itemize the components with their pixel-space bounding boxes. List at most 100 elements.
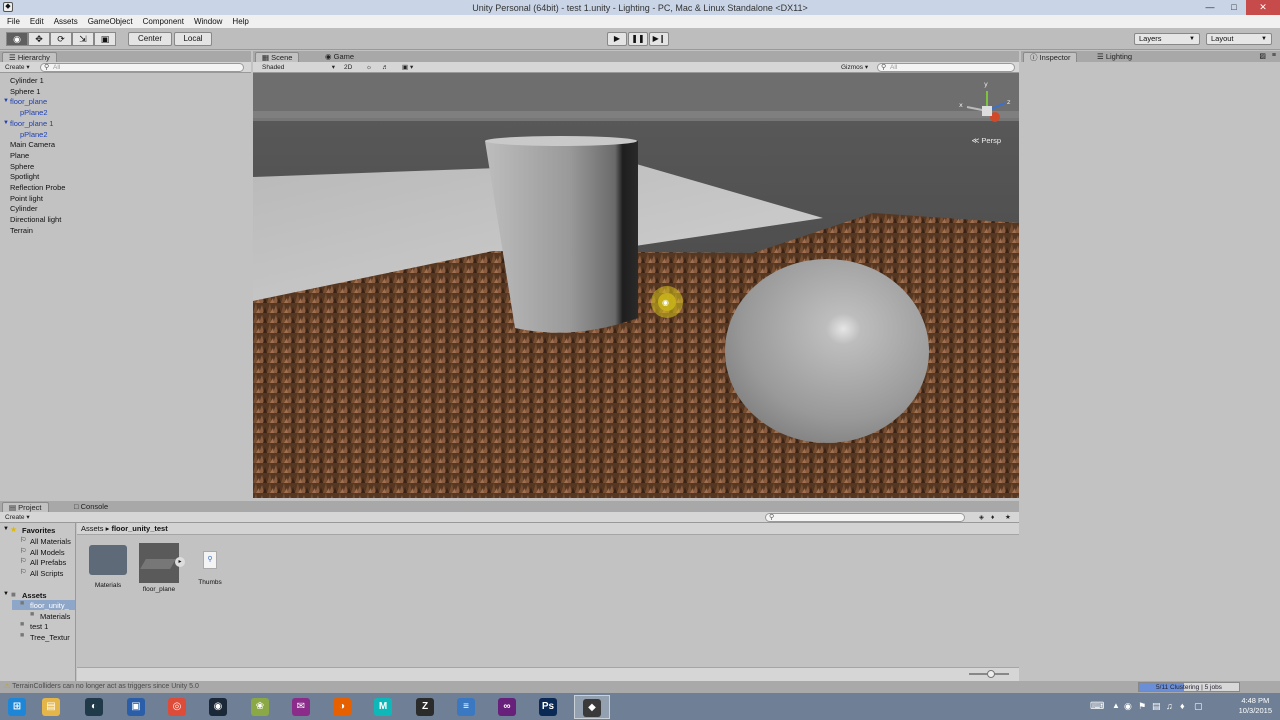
hierarchy-item[interactable]: Cylinder 1	[10, 76, 44, 85]
taskbar-app-zbrush[interactable]: Z	[408, 695, 444, 719]
menu-file[interactable]: File	[2, 17, 25, 26]
hierarchy-item[interactable]: pPlane2	[20, 130, 48, 139]
move-tool-icon[interactable]: ✥	[28, 32, 50, 46]
taskbar-app-daz[interactable]: ◐	[77, 695, 113, 719]
rect-tool-icon[interactable]: ▣	[94, 32, 116, 46]
unity-app-icon[interactable]: ◆	[3, 2, 13, 12]
hierarchy-item[interactable]: Point light	[10, 194, 43, 203]
clock[interactable]: 4:48 PM 10/3/2015	[1239, 696, 1272, 716]
expand-arrow-icon[interactable]: ▸	[175, 557, 185, 567]
breadcrumb-root[interactable]: Assets	[81, 524, 104, 533]
shading-mode-dropdown[interactable]: Shaded ▾	[259, 63, 337, 72]
filter-type-icon[interactable]: ◈	[976, 513, 987, 522]
panel-menu-icon[interactable]: ≡	[1272, 52, 1276, 59]
lighting-toggle-icon[interactable]: ☼	[363, 63, 375, 72]
rotate-tool-icon[interactable]: ⟳	[50, 32, 72, 46]
tree-row[interactable]: ■ Materials	[12, 611, 75, 621]
filter-label-icon[interactable]: ♦	[988, 513, 997, 522]
breadcrumb-current[interactable]: floor_unity_test	[111, 524, 167, 533]
collapse-triangle-icon[interactable]: ▼	[3, 526, 9, 532]
taskbar-app-mail[interactable]: ✉	[284, 695, 320, 719]
asset-materials-folder[interactable]: Materials	[84, 545, 132, 589]
minimize-button[interactable]: —	[1198, 0, 1222, 15]
hierarchy-item[interactable]: Plane	[10, 151, 29, 160]
menu-window[interactable]: Window	[189, 17, 227, 26]
maximize-button[interactable]: □	[1222, 0, 1246, 15]
project-create-button[interactable]: Create ▾	[2, 513, 33, 522]
expand-triangle-icon[interactable]: ▼	[3, 98, 9, 104]
hierarchy-item[interactable]: floor_plane	[10, 97, 47, 106]
gizmos-dropdown[interactable]: Gizmos ▾	[838, 63, 871, 72]
taskbar-app-firefox[interactable]: ◑	[325, 695, 361, 719]
favorite-star-icon[interactable]: ★	[1002, 513, 1014, 522]
hierarchy-item[interactable]: Spotlight	[10, 172, 39, 181]
tree-row[interactable]: ■ Tree_Textur	[12, 632, 75, 642]
tab-lighting[interactable]: ☰ Lighting	[1091, 52, 1138, 62]
slider-handle[interactable]	[987, 670, 995, 678]
lighting-progress-bar[interactable]: 5/11 Clustering | 5 jobs	[1138, 682, 1240, 692]
hierarchy-item[interactable]: Sphere 1	[10, 87, 40, 96]
tree-row[interactable]: ■ test 1	[12, 621, 75, 631]
menu-assets[interactable]: Assets	[49, 17, 83, 26]
flag-icon[interactable]: ⚑	[1138, 701, 1146, 712]
taskbar-app-unity[interactable]: ◆	[574, 695, 610, 719]
tray-chevron-icon[interactable]: ▲	[1112, 701, 1120, 710]
taskbar-app-remote-desktop[interactable]: ▣	[119, 695, 155, 719]
tree-row[interactable]: ■ floor_unity_	[12, 600, 75, 610]
pivot-local-button[interactable]: Local	[174, 32, 212, 46]
view-tool-eye-icon[interactable]: ◉	[6, 32, 28, 46]
favorite-item[interactable]: All Models	[30, 548, 65, 557]
tab-inspector[interactable]: ⓘ Inspector	[1023, 52, 1078, 62]
tab-console[interactable]: □ Console	[68, 502, 114, 512]
step-button[interactable]: ▶❙	[649, 32, 669, 46]
2d-toggle[interactable]: 2D	[341, 63, 355, 72]
tab-game[interactable]: ◉ Game	[319, 52, 360, 62]
favorite-item[interactable]: All Materials	[30, 537, 71, 546]
favorite-item[interactable]: All Scripts	[30, 569, 63, 578]
scene-viewport[interactable]: ◉ y z x ≪ Persp	[253, 73, 1019, 498]
audio-toggle-icon[interactable]: ♬	[379, 63, 392, 72]
scene-search-input[interactable]: ⚲ All	[877, 63, 1015, 72]
taskbar-app-chrome[interactable]: ◎	[160, 695, 196, 719]
expand-triangle-icon[interactable]: ▼	[3, 120, 9, 126]
asset-floor-plane[interactable]: ▸ floor_plane	[135, 543, 185, 593]
project-search-input[interactable]: ⚲	[765, 513, 965, 522]
hierarchy-search-input[interactable]: ⚲ All	[40, 63, 244, 72]
pause-button[interactable]: ❚❚	[628, 32, 648, 46]
assets-header[interactable]: Assets	[22, 591, 47, 600]
persp-label[interactable]: ≪ Persp	[971, 136, 1001, 145]
tab-project[interactable]: ▤ Project	[2, 502, 49, 512]
effects-toggle-icon[interactable]: ▣ ▾	[399, 63, 416, 72]
hierarchy-item[interactable]: floor_plane 1	[10, 119, 53, 128]
hierarchy-item[interactable]: Sphere	[10, 162, 34, 171]
hierarchy-create-button[interactable]: Create ▾	[2, 63, 33, 72]
pivot-center-button[interactable]: Center	[128, 32, 172, 46]
keyboard-icon[interactable]: ⌨	[1090, 701, 1104, 712]
tab-hierarchy[interactable]: ☰ Hierarchy	[2, 52, 57, 62]
tray-app-icon[interactable]: ◉	[1124, 701, 1132, 712]
layers-dropdown[interactable]: Layers ▼	[1134, 33, 1200, 45]
hierarchy-item[interactable]: Directional light	[10, 215, 61, 224]
network-icon[interactable]: ▤	[1152, 701, 1161, 712]
hierarchy-item[interactable]: Terrain	[10, 226, 33, 235]
taskbar-app-visual-studio[interactable]: ∞	[490, 695, 526, 719]
layout-dropdown[interactable]: Layout ▼	[1206, 33, 1272, 45]
status-message[interactable]: TerrainColliders can no longer act as tr…	[12, 683, 199, 690]
menu-help[interactable]: Help	[227, 17, 253, 26]
play-button[interactable]: ▶	[607, 32, 627, 46]
taskbar-app-maya[interactable]: M	[366, 695, 402, 719]
taskbar-app-windows[interactable]: ⊞	[0, 695, 36, 719]
volume-icon[interactable]: ♫	[1166, 701, 1173, 711]
taskbar-app-photoshop[interactable]: Ps	[531, 695, 567, 719]
dropbox-icon[interactable]: ♦	[1180, 701, 1185, 711]
asset-thumbs[interactable]: ⚲ Thumbs	[186, 545, 234, 586]
hierarchy-item[interactable]: Cylinder	[10, 204, 38, 213]
scale-tool-icon[interactable]: ⇲	[72, 32, 94, 46]
taskbar-app-steam[interactable]: ◉	[201, 695, 237, 719]
collapse-triangle-icon[interactable]: ▼	[3, 591, 9, 597]
display-icon[interactable]: ▢	[1194, 701, 1203, 712]
menu-edit[interactable]: Edit	[25, 17, 49, 26]
favorites-header[interactable]: Favorites	[22, 526, 55, 535]
lock-icon[interactable]: ▨	[1259, 52, 1266, 60]
hierarchy-item[interactable]: pPlane2	[20, 108, 48, 117]
